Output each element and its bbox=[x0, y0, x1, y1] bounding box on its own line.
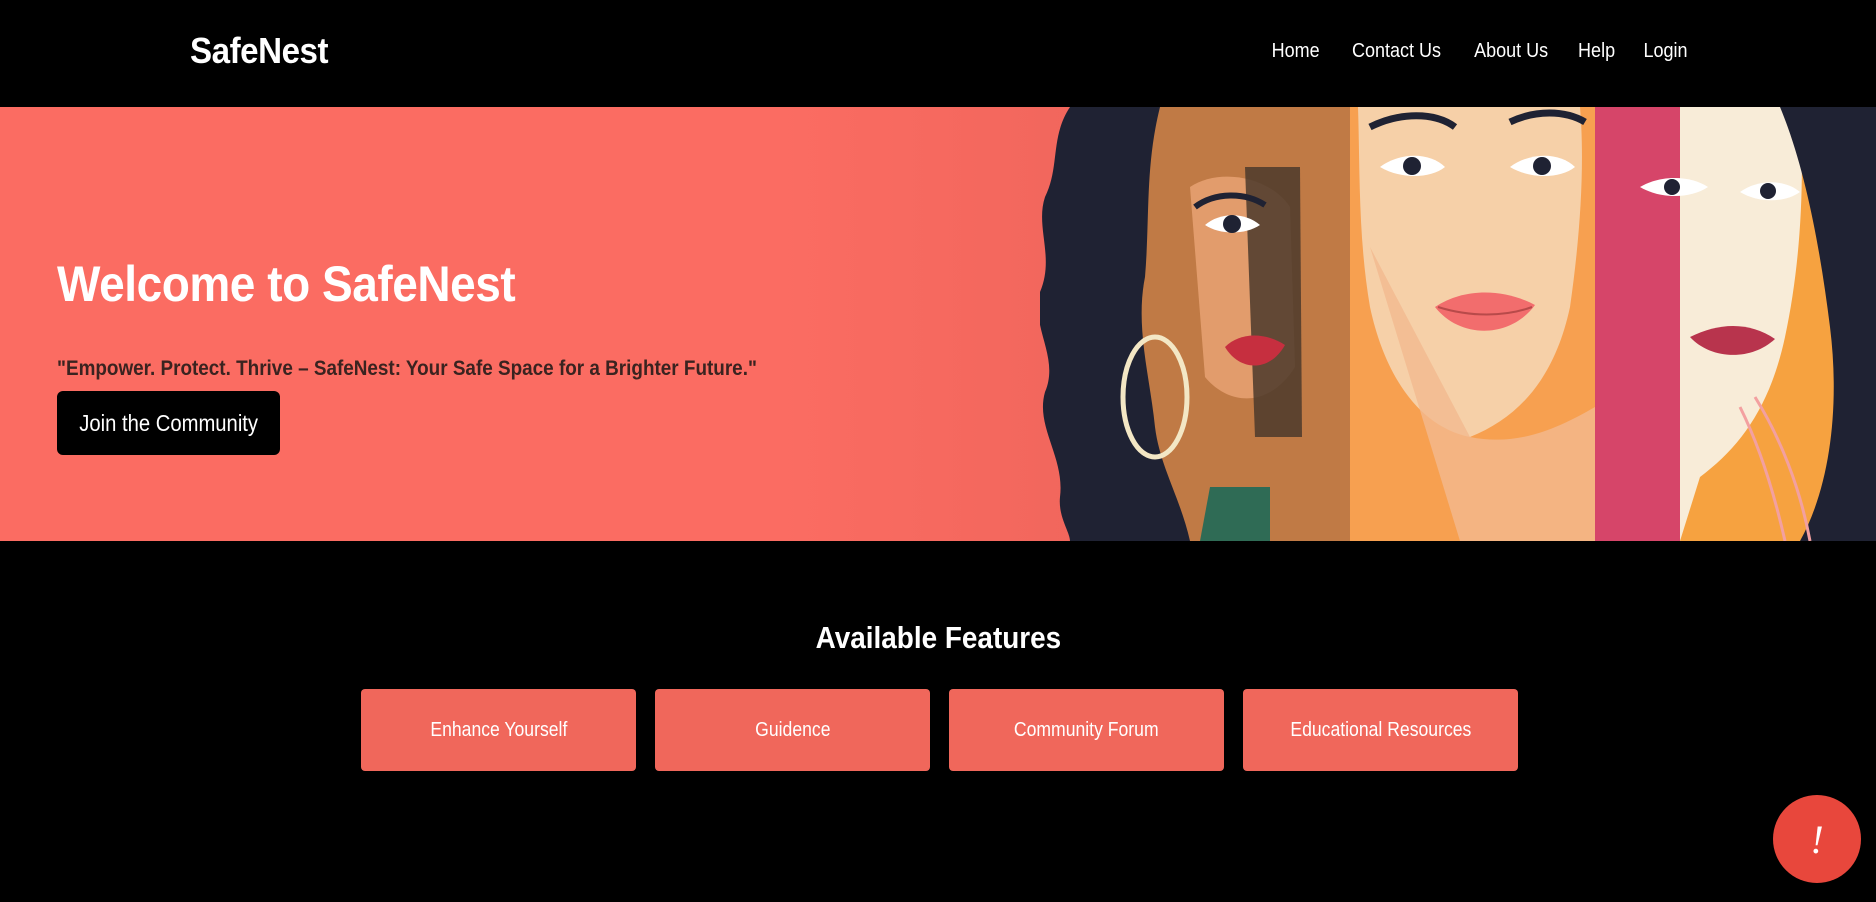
feature-label: Educational Resources bbox=[1289, 718, 1472, 741]
feature-guidence[interactable]: Guidence bbox=[655, 689, 930, 771]
feature-community-forum[interactable]: Community Forum bbox=[949, 689, 1224, 771]
nav-about-us[interactable]: About Us bbox=[1474, 40, 1548, 63]
nav-help[interactable]: Help bbox=[1578, 40, 1615, 63]
hero-tagline: "Empower. Protect. Thrive – SafeNest: Yo… bbox=[57, 357, 757, 380]
feature-label: Guidence bbox=[754, 718, 831, 741]
features-heading-text: Available Features bbox=[815, 620, 1061, 655]
nav-contact-us[interactable]: Contact Us bbox=[1352, 40, 1441, 63]
feature-label: Community Forum bbox=[1014, 718, 1159, 741]
hero-title: Welcome to SafeNest bbox=[57, 256, 516, 312]
nav-home[interactable]: Home bbox=[1272, 40, 1320, 63]
features-list: Enhance Yourself Guidence Community Foru… bbox=[361, 689, 1518, 771]
women-faces-illustration bbox=[1040, 107, 1876, 541]
feature-label: Enhance Yourself bbox=[429, 718, 568, 741]
brand-logo[interactable]: SafeNest bbox=[190, 30, 329, 72]
site-header: SafeNest Home Contact Us About Us Help L… bbox=[0, 0, 1876, 107]
join-community-label: Join the Community bbox=[79, 409, 258, 436]
hero-section: Welcome to SafeNest "Empower. Protect. T… bbox=[0, 107, 1876, 541]
features-heading: Available Features bbox=[0, 620, 1876, 656]
feature-enhance-yourself[interactable]: Enhance Yourself bbox=[361, 689, 636, 771]
main-nav: Home Contact Us About Us Help Login bbox=[1269, 40, 1690, 63]
join-community-button[interactable]: Join the Community bbox=[57, 391, 280, 455]
nav-login[interactable]: Login bbox=[1644, 40, 1688, 63]
feature-educational-resources[interactable]: Educational Resources bbox=[1243, 689, 1518, 771]
exclamation-icon: ! bbox=[1810, 816, 1824, 862]
alert-button[interactable]: ! bbox=[1773, 795, 1861, 883]
